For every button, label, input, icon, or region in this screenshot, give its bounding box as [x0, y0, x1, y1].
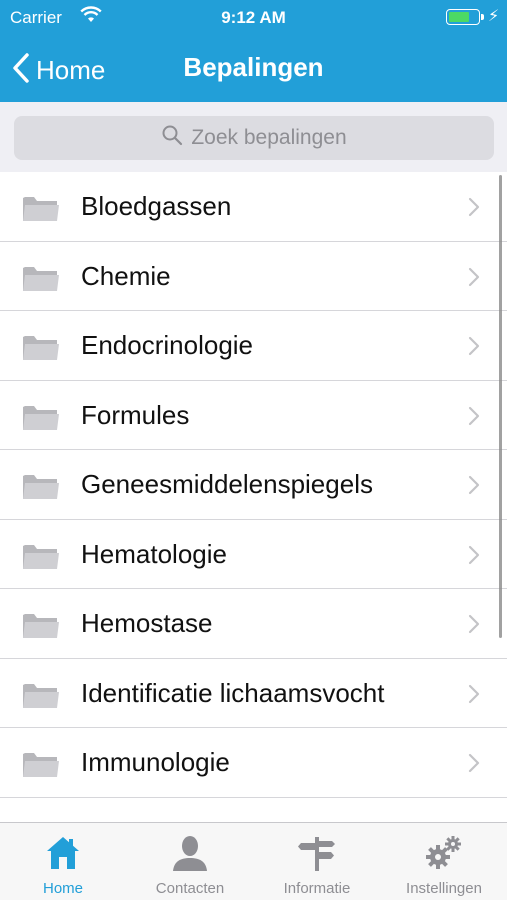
list-item[interactable]: Bloedgassen [0, 172, 507, 242]
list-item-label: Geneesmiddelenspiegels [81, 469, 373, 499]
list-item[interactable]: Immunologie [0, 728, 507, 798]
list-item-label: Formules [81, 399, 190, 430]
tab-label: Instellingen [406, 880, 482, 897]
chevron-right-icon [467, 405, 481, 432]
folder-icon [22, 264, 60, 297]
folder-icon [22, 750, 60, 783]
scrollbar[interactable] [499, 175, 502, 638]
tab-informatie[interactable]: Informatie [254, 823, 380, 901]
list-item-label: Hematologie [81, 538, 227, 569]
chevron-right-icon [467, 266, 481, 293]
tab-label: Home [42, 880, 83, 897]
person-icon [127, 831, 253, 875]
category-list: Bloedgassen Chemie Endocrinologie Formules G… [0, 172, 507, 822]
chevron-right-icon [467, 544, 481, 571]
home-icon [0, 831, 126, 875]
list-item[interactable]: Formules [0, 380, 507, 450]
folder-icon [22, 403, 60, 436]
list-item[interactable]: Identificatie lichaamsvocht [0, 658, 507, 728]
folder-icon [22, 542, 60, 575]
battery-icon [446, 9, 480, 25]
folder-icon [22, 472, 60, 505]
charging-icon: ⚡ [488, 8, 500, 25]
tab-label: Contacten [155, 880, 225, 897]
tab-home[interactable]: Home [0, 823, 126, 901]
tab-bar: Home Contacten Informatie Instellingen [0, 822, 507, 900]
list-item[interactable]: Hemostase [0, 589, 507, 659]
tab-contacten[interactable]: Contacten [127, 823, 253, 901]
folder-icon [22, 681, 60, 714]
signpost-icon [254, 831, 380, 875]
folder-icon [22, 611, 60, 644]
list-item-label: Immunologie [81, 747, 230, 777]
clock: 9:12 AM [221, 8, 286, 27]
folder-icon [22, 333, 60, 366]
search-placeholder: Zoek bepalingen [191, 126, 347, 149]
chevron-right-icon [467, 474, 481, 501]
gears-icon [381, 831, 507, 875]
list-item[interactable]: Endocrinologie [0, 311, 507, 381]
status-bar: Carrier 9:12 AM ⚡ [0, 0, 507, 36]
list-item-label: Bloedgassen [81, 191, 232, 221]
navigation-bar: Carrier 9:12 AM ⚡ Home Bepalingen [0, 0, 507, 102]
list-item-label: Endocrinologie [81, 330, 254, 360]
battery-nub [481, 14, 484, 20]
chevron-right-icon [467, 335, 481, 362]
list-item[interactable]: Hematologie [0, 519, 507, 589]
list-item[interactable]: Geneesmiddelenspiegels [0, 450, 507, 520]
search-bar: Zoek bepalingen [0, 102, 507, 172]
list-item[interactable]: Chemie [0, 241, 507, 311]
chevron-right-icon [467, 683, 481, 710]
list-item-label: Chemie [81, 260, 171, 291]
chevron-right-icon [467, 196, 481, 223]
list-item-label: Identificatie lichaamsvocht [81, 677, 385, 708]
page-title: Bepalingen [183, 52, 324, 82]
chevron-right-icon [467, 752, 481, 779]
tab-instellingen[interactable]: Instellingen [381, 823, 507, 901]
list-item-label: Hemostase [81, 608, 213, 638]
search-icon [161, 124, 191, 152]
tab-label: Informatie [283, 880, 351, 897]
chevron-right-icon [467, 613, 481, 640]
list-item[interactable] [0, 797, 507, 822]
search-input[interactable]: Zoek bepalingen [14, 116, 494, 160]
folder-icon [22, 194, 60, 227]
